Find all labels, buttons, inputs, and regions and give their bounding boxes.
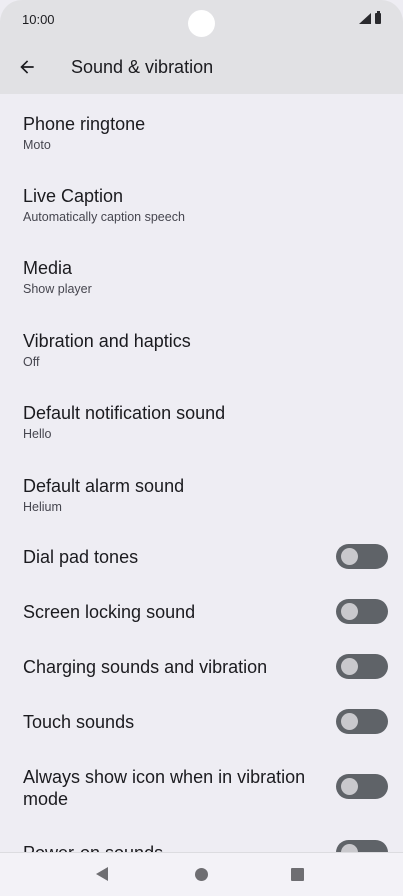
default-notification-sound-value: Hello <box>23 427 52 441</box>
navigation-bar <box>0 852 403 896</box>
screen-locking-sound-toggle[interactable] <box>336 599 388 624</box>
toggle-knob <box>341 844 358 852</box>
toggle-knob <box>341 548 358 565</box>
live-caption-title: Live Caption <box>23 186 124 206</box>
vibration-haptics-value: Off <box>23 355 40 369</box>
charging-sounds-label: Charging sounds and vibration <box>23 657 268 677</box>
status-icons <box>359 11 381 24</box>
dial-pad-tones-toggle[interactable] <box>336 544 388 569</box>
screen-locking-sound-item[interactable]: Screen locking sound <box>0 592 403 632</box>
dial-pad-tones-label: Dial pad tones <box>23 547 139 567</box>
arrow-back-icon <box>20 60 34 74</box>
default-notification-sound-item[interactable]: Default notification sound Hello <box>0 391 403 457</box>
touch-sounds-toggle[interactable] <box>336 709 388 734</box>
camera-cutout <box>188 10 215 37</box>
live-caption-value: Automatically caption speech <box>23 210 185 224</box>
toggle-knob <box>341 603 358 620</box>
toggle-knob <box>341 713 358 730</box>
screen-locking-sound-label: Screen locking sound <box>23 602 196 622</box>
default-alarm-sound-item[interactable]: Default alarm sound Helium <box>0 464 403 530</box>
nav-back-icon[interactable] <box>96 867 108 881</box>
live-caption-item[interactable]: Live Caption Automatically caption speec… <box>0 174 403 240</box>
power-on-sounds-item[interactable]: Power-on sounds <box>0 832 403 852</box>
touch-sounds-item[interactable]: Touch sounds <box>0 702 403 742</box>
touch-sounds-label: Touch sounds <box>23 712 135 732</box>
media-value: Show player <box>23 282 92 296</box>
power-on-sounds-label: Power-on sounds <box>23 842 163 852</box>
nav-recents-icon[interactable] <box>291 868 304 881</box>
app-bar: Sound & vibration <box>0 40 403 94</box>
signal-icon <box>359 13 371 24</box>
default-notification-sound-title: Default notification sound <box>23 403 226 423</box>
media-item[interactable]: Media Show player <box>0 246 403 312</box>
status-bar: 10:00 <box>0 0 403 40</box>
media-title: Media <box>23 258 73 278</box>
vibration-haptics-item[interactable]: Vibration and haptics Off <box>0 319 403 385</box>
nav-home-icon[interactable] <box>195 868 208 881</box>
settings-list: Phone ringtone Moto Live Caption Automat… <box>0 94 403 852</box>
toggle-knob <box>341 778 358 795</box>
dial-pad-tones-item[interactable]: Dial pad tones <box>0 537 403 577</box>
status-time: 10:00 <box>22 12 55 27</box>
phone-ringtone-value: Moto <box>23 138 51 152</box>
vibration-haptics-title: Vibration and haptics <box>23 331 191 351</box>
power-on-sounds-toggle[interactable] <box>336 840 388 852</box>
back-button[interactable] <box>10 48 44 86</box>
vibration-mode-icon-label-line2: mode <box>23 789 69 809</box>
toggle-knob <box>341 658 358 675</box>
phone-ringtone-title: Phone ringtone <box>23 114 146 134</box>
default-alarm-sound-value: Helium <box>23 500 62 514</box>
charging-sounds-toggle[interactable] <box>336 654 388 679</box>
vibration-mode-icon-toggle[interactable] <box>336 774 388 799</box>
phone-screen: 10:00 Sound & vibration Phone ringtone M… <box>0 0 403 896</box>
vibration-mode-icon-item[interactable]: Always show icon when in vibration mode <box>0 759 403 819</box>
charging-sounds-item[interactable]: Charging sounds and vibration <box>0 647 403 687</box>
page-title: Sound & vibration <box>71 57 214 77</box>
default-alarm-sound-title: Default alarm sound <box>23 476 185 496</box>
battery-icon <box>375 11 381 24</box>
phone-ringtone-item[interactable]: Phone ringtone Moto <box>0 102 403 168</box>
vibration-mode-icon-label-line1: Always show icon when in vibration <box>23 767 306 787</box>
